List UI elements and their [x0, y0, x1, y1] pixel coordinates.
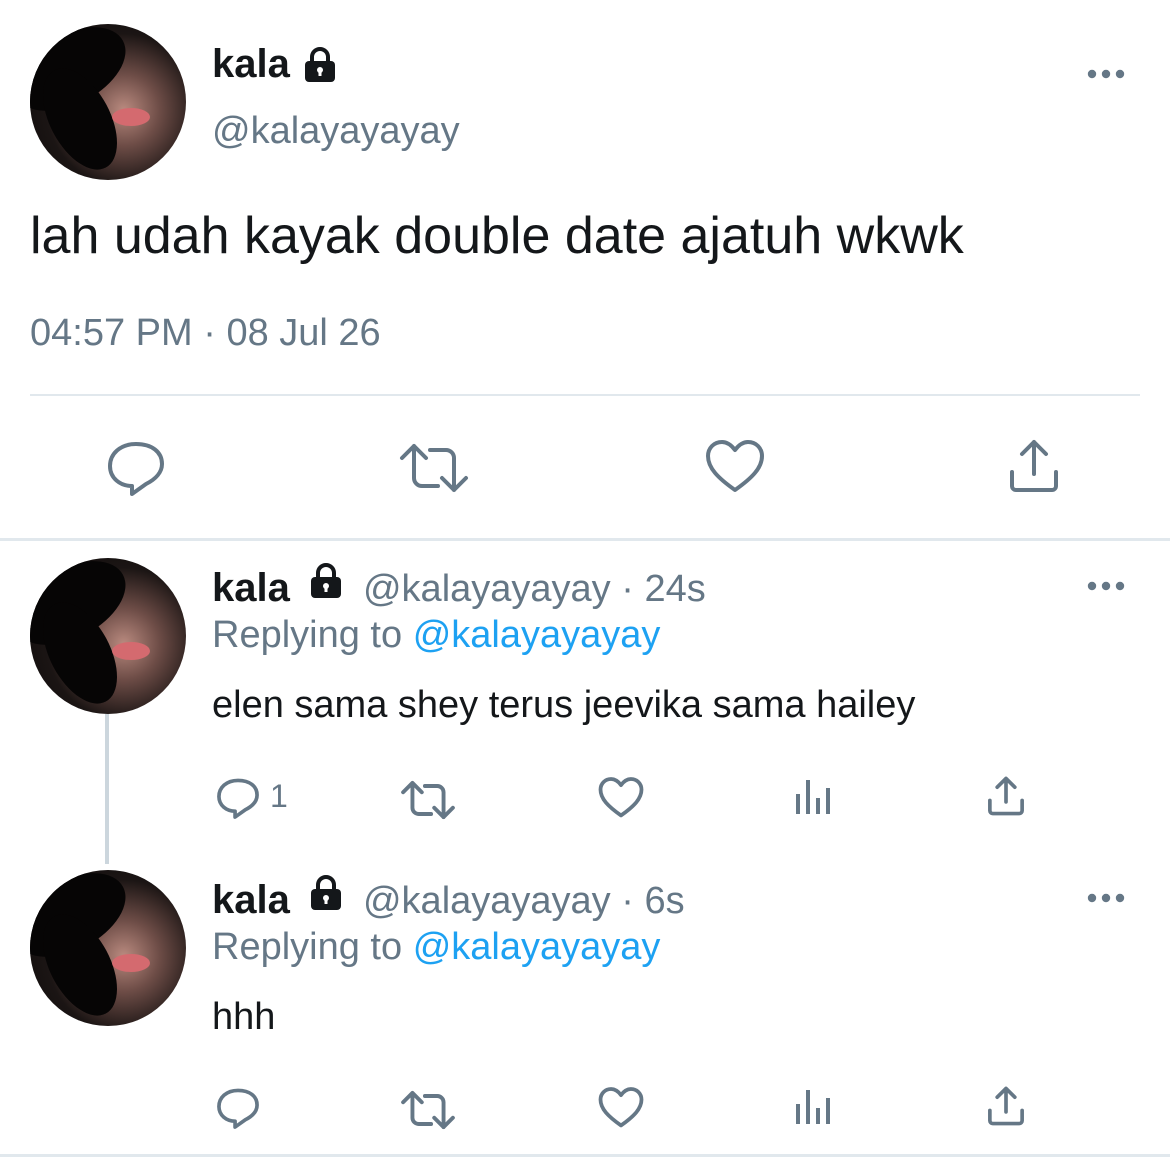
more-options-icon[interactable]: [1086, 888, 1126, 908]
divider: [30, 394, 1140, 396]
lock-icon: [300, 46, 340, 91]
display-name[interactable]: kala: [212, 878, 290, 922]
relative-time[interactable]: 24s: [644, 568, 705, 610]
reply-text: elen sama shey terus jeevika sama hailey: [212, 684, 916, 726]
handle[interactable]: @kalayayayay: [363, 880, 611, 922]
relative-time[interactable]: 6s: [644, 880, 684, 922]
tweet-time[interactable]: 04:57 PM: [30, 312, 193, 354]
reply-icon[interactable]: [214, 776, 262, 820]
share-icon[interactable]: [984, 1084, 1028, 1128]
separator-dot: ·: [203, 312, 216, 354]
more-options-icon[interactable]: [1086, 576, 1126, 596]
reply-count: 1: [270, 778, 288, 814]
replying-to-link[interactable]: @kalayayayay: [413, 614, 661, 656]
retweet-icon[interactable]: [400, 778, 456, 822]
reply-icon[interactable]: [214, 1086, 262, 1130]
separator-dot: ·: [621, 880, 634, 923]
tweet-date[interactable]: 08 Jul 26: [226, 312, 380, 354]
like-icon[interactable]: [597, 1086, 645, 1130]
retweet-icon[interactable]: [398, 440, 470, 496]
bottom-divider: [0, 1154, 1170, 1157]
replying-to: Replying to @kalayayayay: [212, 614, 660, 657]
analytics-icon[interactable]: [794, 1086, 834, 1126]
reply-text: hhh: [212, 996, 276, 1038]
replying-to: Replying to @kalayayayay: [212, 926, 660, 969]
display-name[interactable]: kala: [212, 566, 290, 610]
lock-icon: [306, 562, 346, 612]
more-options-icon[interactable]: [1086, 64, 1126, 84]
tweet-text: lah udah kayak double date ajatuh wkwk: [30, 207, 964, 265]
like-icon[interactable]: [704, 438, 766, 496]
analytics-icon[interactable]: [794, 776, 834, 816]
avatar[interactable]: [30, 558, 186, 714]
share-icon[interactable]: [984, 774, 1028, 818]
reply-icon[interactable]: [104, 438, 168, 498]
avatar[interactable]: [30, 870, 186, 1026]
share-icon[interactable]: [1004, 436, 1064, 496]
thread-line: [105, 714, 109, 864]
retweet-icon[interactable]: [400, 1088, 456, 1132]
timestamp: 04:57 PM · 08 Jul 26: [30, 312, 381, 355]
avatar[interactable]: [30, 24, 186, 180]
replying-to-link[interactable]: @kalayayayay: [413, 926, 661, 968]
display-name[interactable]: kala: [212, 42, 290, 86]
replying-to-label: Replying to: [212, 614, 403, 656]
handle[interactable]: @kalayayayay: [212, 110, 460, 153]
handle[interactable]: @kalayayayay: [363, 568, 611, 610]
replying-to-label: Replying to: [212, 926, 403, 968]
lock-icon: [306, 874, 346, 924]
separator-dot: ·: [621, 568, 634, 611]
like-icon[interactable]: [597, 776, 645, 820]
section-divider: [0, 538, 1170, 541]
